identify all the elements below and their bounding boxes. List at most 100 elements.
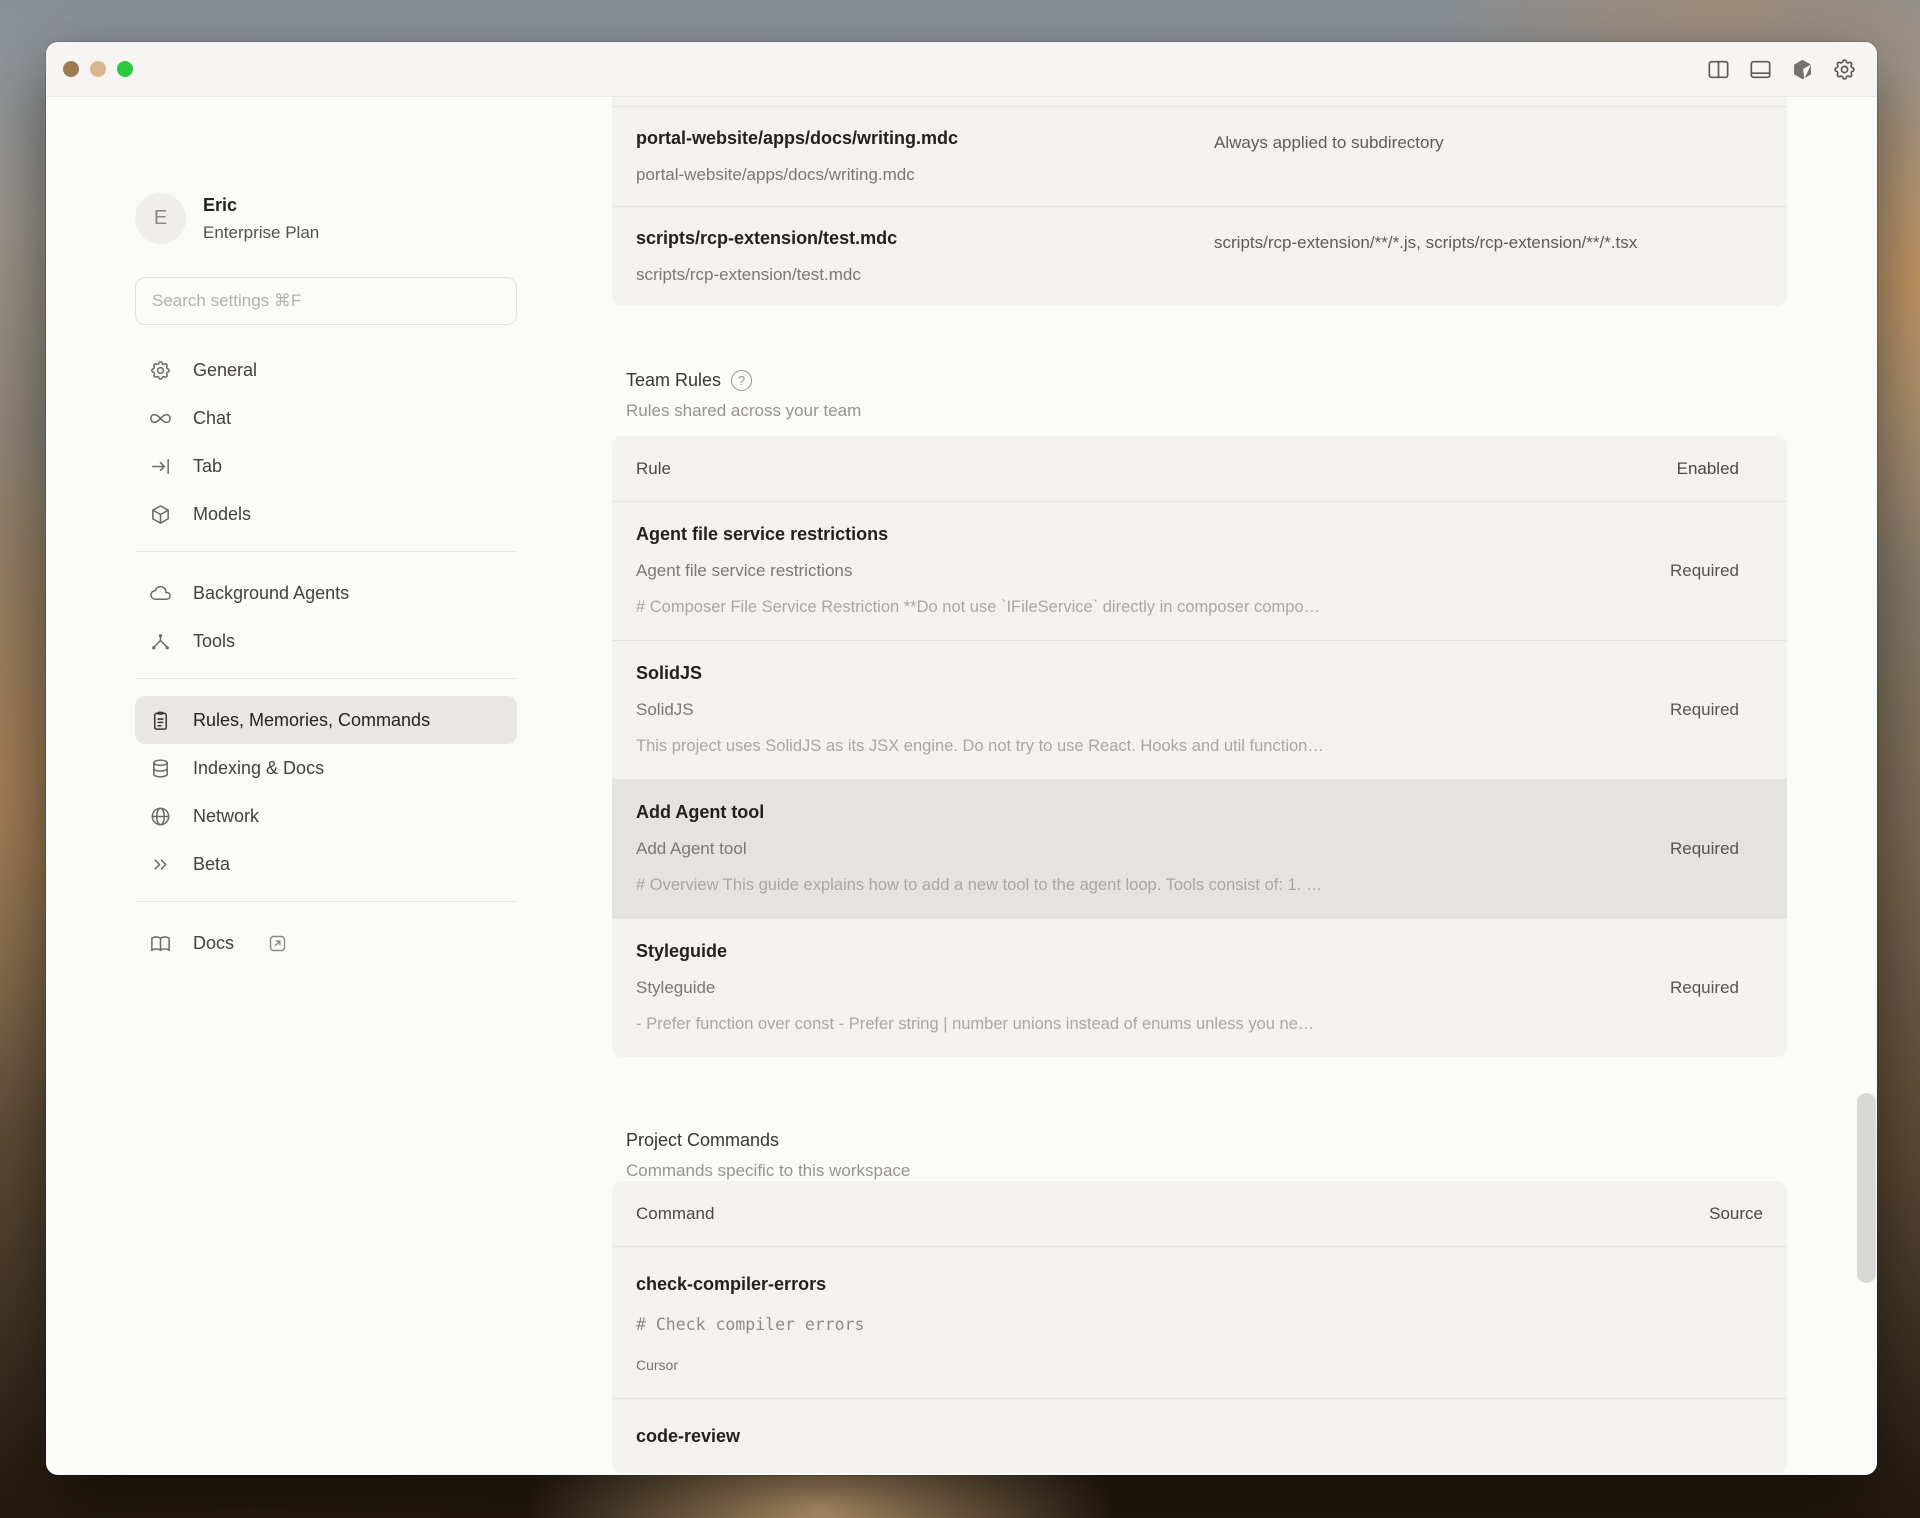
sidebar-item-general[interactable]: General	[135, 346, 517, 394]
search-settings-input[interactable]	[135, 277, 517, 325]
sidebar-item-label: Docs	[193, 933, 234, 954]
column-header-rule: Rule	[636, 459, 671, 479]
traffic-lights	[63, 61, 133, 77]
divider	[135, 901, 517, 902]
titlebar-actions	[1705, 42, 1857, 97]
command-name: check-compiler-errors	[636, 1273, 1763, 1296]
team-rule-row[interactable]: Agent file service restrictions Agent fi…	[612, 502, 1787, 641]
team-rule-row[interactable]: Styleguide Styleguide - Prefer function …	[612, 919, 1787, 1057]
table-header-row: Rule Enabled	[612, 436, 1787, 502]
close-button[interactable]	[63, 61, 79, 77]
sidebar-item-label: Tab	[193, 456, 222, 477]
book-icon	[148, 931, 172, 955]
rule-snippet: # Overview This guide explains how to ad…	[636, 874, 1696, 896]
column-header-source: Source	[1709, 1204, 1763, 1224]
cloud-icon	[148, 581, 172, 605]
clipped-row-remnant	[612, 97, 1787, 107]
command-row[interactable]: code-review	[612, 1399, 1787, 1473]
scrollbar-thumb[interactable]	[1857, 1093, 1876, 1283]
rule-glob-patterns: scripts/rcp-extension/**/*.js, scripts/r…	[1214, 227, 1763, 286]
column-header-command: Command	[636, 1204, 714, 1224]
rule-title: portal-website/apps/docs/writing.mdc	[636, 127, 1214, 150]
rule-subtitle: SolidJS	[636, 698, 1763, 721]
sidebar-item-rules-memories-commands[interactable]: Rules, Memories, Commands	[135, 696, 517, 744]
cursor-settings-window: E Eric Enterprise Plan General	[46, 42, 1877, 1475]
table-header-row: Command Source	[612, 1181, 1787, 1247]
external-link-icon	[267, 933, 288, 954]
section-title: Team Rules ?	[626, 370, 1787, 391]
user-name: Eric	[203, 195, 319, 216]
sidebar-item-label: Network	[193, 806, 259, 827]
network-branch-icon	[148, 629, 172, 653]
sidebar-item-tab[interactable]: Tab	[135, 442, 517, 490]
team-rules-header: Team Rules ? Rules shared across your te…	[626, 370, 1787, 421]
rule-snippet: - Prefer function over const - Prefer st…	[636, 1013, 1696, 1035]
rule-subtitle: scripts/rcp-extension/test.mdc	[636, 263, 1214, 286]
split-columns-icon[interactable]	[1705, 57, 1731, 83]
sidebar-item-chat[interactable]: Chat	[135, 394, 517, 442]
command-row[interactable]: check-compiler-errors # Check compiler e…	[612, 1247, 1787, 1399]
team-rules-table: Rule Enabled Agent file service restrict…	[612, 436, 1787, 1057]
titlebar	[46, 42, 1877, 97]
project-rule-row[interactable]: portal-website/apps/docs/writing.mdc por…	[612, 107, 1787, 207]
gear-icon[interactable]	[1831, 57, 1857, 83]
avatar: E	[135, 193, 186, 244]
sidebar-item-models[interactable]: Models	[135, 490, 517, 538]
arrow-to-bar-icon	[148, 454, 172, 478]
clipboard-icon	[148, 708, 172, 732]
sidebar-item-background-agents[interactable]: Background Agents	[135, 569, 517, 617]
project-rule-row[interactable]: scripts/rcp-extension/test.mdc scripts/r…	[612, 207, 1787, 306]
minimize-button[interactable]	[90, 61, 106, 77]
database-icon	[148, 756, 172, 780]
project-commands-table: Command Source check-compiler-errors # C…	[612, 1181, 1787, 1473]
sidebar-item-label: Models	[193, 504, 251, 525]
rule-snippet: This project uses SolidJS as its JSX eng…	[636, 735, 1696, 757]
rule-title: Add Agent tool	[636, 801, 1763, 824]
status-badge: Required	[1670, 561, 1739, 581]
settings-content: portal-website/apps/docs/writing.mdc por…	[612, 97, 1787, 1475]
command-source: Cursor	[636, 1357, 1763, 1373]
rule-subtitle: Add Agent tool	[636, 837, 1763, 860]
section-subtitle: Commands specific to this workspace	[626, 1161, 1787, 1181]
sidebar-item-docs[interactable]: Docs	[135, 919, 517, 967]
status-badge: Required	[1670, 700, 1739, 720]
settings-sidebar: E Eric Enterprise Plan General	[46, 97, 612, 1475]
sidebar-item-label: Beta	[193, 854, 230, 875]
sidebar-item-label: Background Agents	[193, 583, 349, 604]
window-body: E Eric Enterprise Plan General	[46, 97, 1877, 1475]
section-title: Project Commands	[626, 1130, 1787, 1151]
sidebar-item-tools[interactable]: Tools	[135, 617, 517, 665]
sidebar-item-label: Chat	[193, 408, 231, 429]
rule-subtitle: Agent file service restrictions	[636, 559, 1763, 582]
globe-icon	[148, 804, 172, 828]
team-rules-title: Team Rules	[626, 370, 721, 391]
sidebar-item-label: Tools	[193, 631, 235, 652]
status-badge: Required	[1670, 978, 1739, 998]
sidebar-item-indexing-docs[interactable]: Indexing & Docs	[135, 744, 517, 792]
rule-snippet: # Composer File Service Restriction **Do…	[636, 596, 1696, 618]
divider	[135, 678, 517, 679]
project-commands-header-wrap: Project Commands Commands specific to th…	[612, 1130, 1787, 1181]
section-subtitle: Rules shared across your team	[626, 401, 1787, 421]
search-box	[135, 277, 612, 325]
divider	[135, 551, 517, 552]
rule-title: scripts/rcp-extension/test.mdc	[636, 227, 1214, 250]
command-description: # Check compiler errors	[636, 1313, 1763, 1336]
rule-subtitle: Styleguide	[636, 976, 1763, 999]
rule-title: Agent file service restrictions	[636, 523, 1763, 546]
user-plan: Enterprise Plan	[203, 223, 319, 243]
user-card: E Eric Enterprise Plan	[135, 193, 612, 244]
team-rule-row[interactable]: SolidJS SolidJS This project uses SolidJ…	[612, 641, 1787, 780]
sidebar-nav: General Chat Tab	[135, 346, 517, 967]
command-name: code-review	[636, 1425, 1763, 1448]
zoom-button[interactable]	[117, 61, 133, 77]
sidebar-item-network[interactable]: Network	[135, 792, 517, 840]
help-icon[interactable]: ?	[731, 370, 752, 391]
cube-icon[interactable]	[1789, 57, 1815, 83]
split-bottom-panel-icon[interactable]	[1747, 57, 1773, 83]
gear-icon	[148, 358, 172, 382]
rule-subtitle: portal-website/apps/docs/writing.mdc	[636, 163, 1214, 186]
team-rule-row-hovered[interactable]: Add Agent tool Add Agent tool # Overview…	[612, 780, 1787, 919]
sidebar-item-beta[interactable]: Beta	[135, 840, 517, 888]
project-rules-table: portal-website/apps/docs/writing.mdc por…	[612, 97, 1787, 306]
